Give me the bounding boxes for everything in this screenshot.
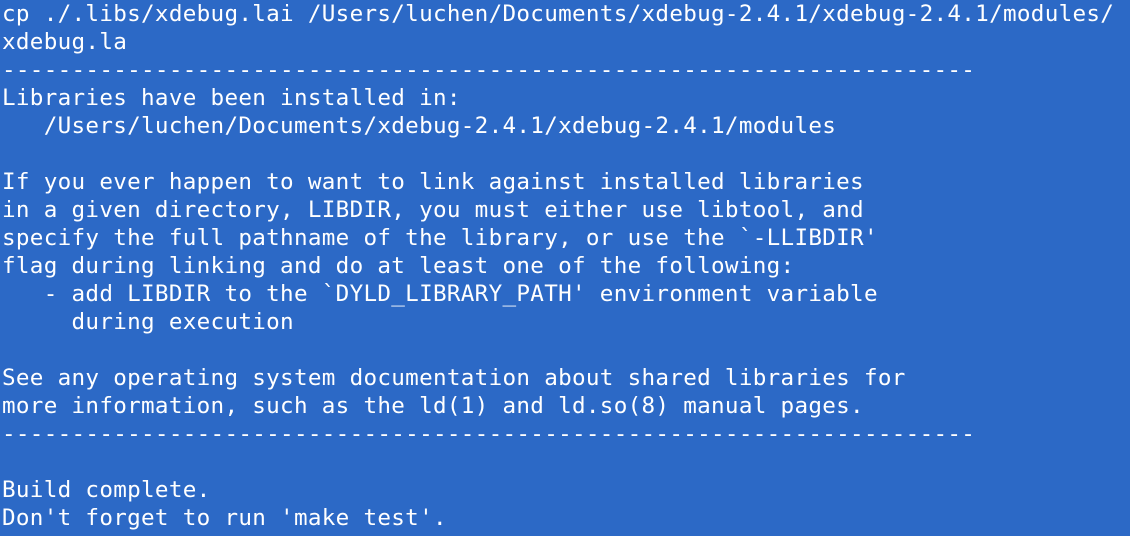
terminal-line: Libraries have been installed in: — [2, 85, 461, 111]
separator-line: ----------------------------------------… — [2, 57, 976, 83]
terminal-line: in a given directory, LIBDIR, you must e… — [2, 197, 864, 223]
terminal-line: specify the full pathname of the library… — [2, 225, 878, 251]
terminal-line: more information, such as the ld(1) and … — [2, 393, 864, 419]
terminal-line: - add LIBDIR to the `DYLD_LIBRARY_PATH' … — [2, 281, 878, 307]
terminal-line: Build complete. — [2, 477, 211, 503]
terminal-line: during execution — [2, 309, 294, 335]
terminal-line: cp ./.libs/xdebug.lai /Users/luchen/Docu… — [2, 1, 1115, 27]
terminal-output[interactable]: cp ./.libs/xdebug.lai /Users/luchen/Docu… — [0, 0, 1130, 536]
terminal-line: Don't forget to run 'make test'. — [2, 505, 447, 531]
separator-line: ----------------------------------------… — [2, 421, 976, 447]
terminal-line: xdebug.la — [2, 29, 128, 55]
terminal-line: See any operating system documentation a… — [2, 365, 906, 391]
terminal-line: If you ever happen to want to link again… — [2, 169, 864, 195]
terminal-line: flag during linking and do at least one … — [2, 253, 795, 279]
terminal-line: /Users/luchen/Documents/xdebug-2.4.1/xde… — [2, 113, 837, 139]
